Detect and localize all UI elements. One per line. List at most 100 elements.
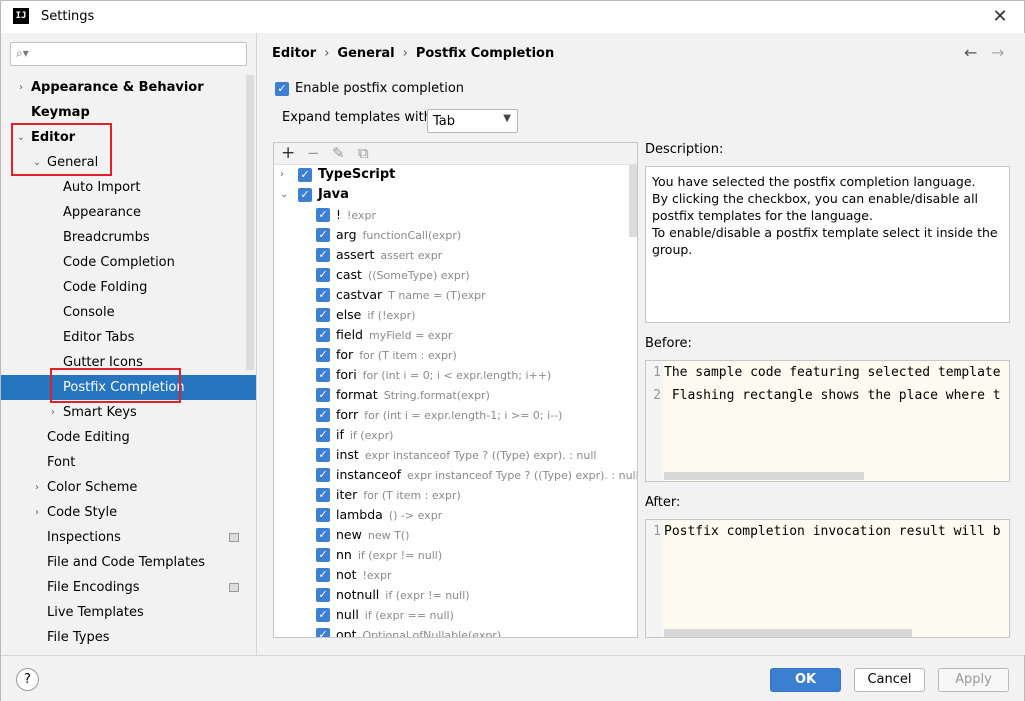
template-checkbox[interactable]: ✓	[316, 308, 330, 322]
back-arrow-icon[interactable]: ←	[964, 43, 977, 62]
chevron-right-icon[interactable]: ›	[31, 500, 43, 525]
sidebar-item[interactable]: Code Folding	[1, 275, 256, 300]
template-item[interactable]: ✓ if if (expr)	[274, 425, 629, 445]
sidebar-item[interactable]: Code Completion	[1, 250, 256, 275]
template-item[interactable]: ✓ castvar T name = (T)expr	[274, 285, 629, 305]
template-checkbox[interactable]: ✓	[316, 568, 330, 582]
template-item[interactable]: ✓ notnull if (expr != null)	[274, 585, 629, 605]
sidebar-item[interactable]: Postfix Completion	[1, 375, 256, 400]
chevron-down-icon[interactable]: ⌄	[31, 150, 43, 175]
template-item[interactable]: ✓ iter for (T item : expr)	[274, 485, 629, 505]
apply-button[interactable]: Apply	[938, 668, 1009, 692]
template-checkbox[interactable]: ✓	[298, 168, 312, 182]
sidebar-item[interactable]: Breadcrumbs	[1, 225, 256, 250]
template-item[interactable]: ✓ instanceof expr instanceof Type ? ((Type…	[274, 465, 637, 485]
template-checkbox[interactable]: ✓	[316, 488, 330, 502]
help-button[interactable]: ?	[16, 668, 39, 691]
template-checkbox[interactable]: ✓	[316, 428, 330, 442]
template-checkbox[interactable]: ✓	[316, 508, 330, 522]
before-hscrollbar[interactable]	[664, 472, 864, 480]
template-checkbox[interactable]: ✓	[316, 608, 330, 622]
template-checkbox[interactable]: ✓	[316, 328, 330, 342]
template-item[interactable]: ✓ assert assert expr	[274, 245, 629, 265]
template-item[interactable]: ✓ opt Optional.ofNullable(expr)	[274, 625, 629, 637]
template-checkbox[interactable]: ✓	[316, 448, 330, 462]
template-item[interactable]: ✓ field myField = expr	[274, 325, 629, 345]
templates-scrollbar[interactable]	[629, 165, 637, 237]
settings-search-input[interactable]: ⌕▾	[10, 42, 247, 66]
enable-postfix-checkbox[interactable]: ✓ Enable postfix completion	[275, 81, 464, 96]
copy-template-icon[interactable]: ⧉	[358, 144, 369, 162]
template-checkbox[interactable]: ✓	[316, 628, 330, 637]
sidebar-item[interactable]: Live Templates	[1, 600, 256, 625]
template-checkbox[interactable]: ✓	[316, 548, 330, 562]
template-item[interactable]: ✓ inst expr instanceof Type ? ((Type) expr…	[274, 445, 629, 465]
remove-template-icon[interactable]: −	[307, 144, 320, 162]
template-checkbox[interactable]: ✓	[316, 588, 330, 602]
template-checkbox[interactable]: ✓	[316, 248, 330, 262]
template-checkbox[interactable]: ✓	[316, 288, 330, 302]
sidebar-item[interactable]: Console	[1, 300, 256, 325]
sidebar-item[interactable]: › Code Style	[1, 500, 256, 525]
template-group[interactable]: ⌄ ✓ Java	[274, 185, 629, 205]
template-item[interactable]: ✓ format String.format(expr)	[274, 385, 629, 405]
sidebar-item[interactable]: › Color Scheme	[1, 475, 256, 500]
template-item[interactable]: ✓ new new T()	[274, 525, 629, 545]
sidebar-item[interactable]: Appearance	[1, 200, 256, 225]
sidebar-item[interactable]: Auto Import	[1, 175, 256, 200]
sidebar-item[interactable]: › Smart Keys	[1, 400, 256, 425]
template-item[interactable]: ✓ lambda () -> expr	[274, 505, 629, 525]
template-checkbox[interactable]: ✓	[316, 348, 330, 362]
after-hscrollbar[interactable]	[664, 629, 912, 637]
template-checkbox[interactable]: ✓	[316, 468, 330, 482]
template-checkbox[interactable]: ✓	[298, 188, 312, 202]
template-item[interactable]: ✓ cast ((SomeType) expr)	[274, 265, 629, 285]
ok-button[interactable]: OK	[770, 668, 841, 692]
chevron-right-icon[interactable]: ›	[31, 475, 43, 500]
template-checkbox[interactable]: ✓	[316, 368, 330, 382]
sidebar-item[interactable]: File and Code Templates	[1, 550, 256, 575]
cancel-button[interactable]: Cancel	[854, 668, 925, 692]
template-item[interactable]: ✓ null if (expr == null)	[274, 605, 629, 625]
sidebar-scrollbar[interactable]	[246, 75, 254, 370]
checkbox-checked-icon[interactable]: ✓	[275, 81, 289, 96]
sidebar-item[interactable]: Editor Tabs	[1, 325, 256, 350]
close-window-button[interactable]: ✕	[989, 7, 1011, 27]
template-checkbox[interactable]: ✓	[316, 528, 330, 542]
chevron-right-icon[interactable]: ›	[15, 75, 27, 100]
chevron-down-icon[interactable]: ⌄	[15, 125, 27, 150]
template-item[interactable]: ✓ fori for (int i = 0; i < expr.length; i+…	[274, 365, 629, 385]
template-checkbox[interactable]: ✓	[316, 228, 330, 242]
expand-key-dropdown[interactable]: Tab ▼	[427, 109, 518, 133]
chevron-right-icon[interactable]: ›	[280, 165, 284, 185]
sidebar-item[interactable]: Code Editing	[1, 425, 256, 450]
forward-arrow-icon[interactable]: →	[991, 43, 1004, 62]
sidebar-item[interactable]: Font	[1, 450, 256, 475]
sidebar-item[interactable]: Inspections	[1, 525, 256, 550]
template-checkbox[interactable]: ✓	[316, 208, 330, 222]
edit-template-icon[interactable]: ✎	[332, 144, 345, 162]
template-checkbox[interactable]: ✓	[316, 268, 330, 282]
chevron-right-icon[interactable]: ›	[47, 400, 59, 425]
template-checkbox[interactable]: ✓	[316, 388, 330, 402]
template-item[interactable]: ✓ forr for (int i = expr.length-1; i >= 0;…	[274, 405, 629, 425]
template-group[interactable]: › ✓ TypeScript	[274, 165, 629, 185]
template-checkbox[interactable]: ✓	[316, 408, 330, 422]
sidebar-item[interactable]: ⌄ Editor	[1, 125, 256, 150]
template-item[interactable]: ✓ arg functionCall(expr)	[274, 225, 629, 245]
sidebar-item[interactable]: › Appearance & Behavior	[1, 75, 256, 100]
template-key-text: assert	[336, 247, 375, 262]
template-item[interactable]: ✓! !expr	[274, 205, 629, 225]
sidebar-item-label: Breadcrumbs	[63, 230, 150, 245]
sidebar-item[interactable]: File Types	[1, 625, 256, 650]
template-item[interactable]: ✓ else if (!expr)	[274, 305, 629, 325]
sidebar-item[interactable]: Gutter Icons	[1, 350, 256, 375]
sidebar-item[interactable]: ⌄ General	[1, 150, 256, 175]
sidebar-item[interactable]: Keymap	[1, 100, 256, 125]
sidebar-item[interactable]: File Encodings	[1, 575, 256, 600]
template-item[interactable]: ✓ not !expr	[274, 565, 629, 585]
template-item[interactable]: ✓ nn if (expr != null)	[274, 545, 629, 565]
template-item[interactable]: ✓ for for (T item : expr)	[274, 345, 629, 365]
add-template-icon[interactable]: +	[281, 143, 295, 163]
chevron-down-icon[interactable]: ⌄	[280, 185, 288, 205]
